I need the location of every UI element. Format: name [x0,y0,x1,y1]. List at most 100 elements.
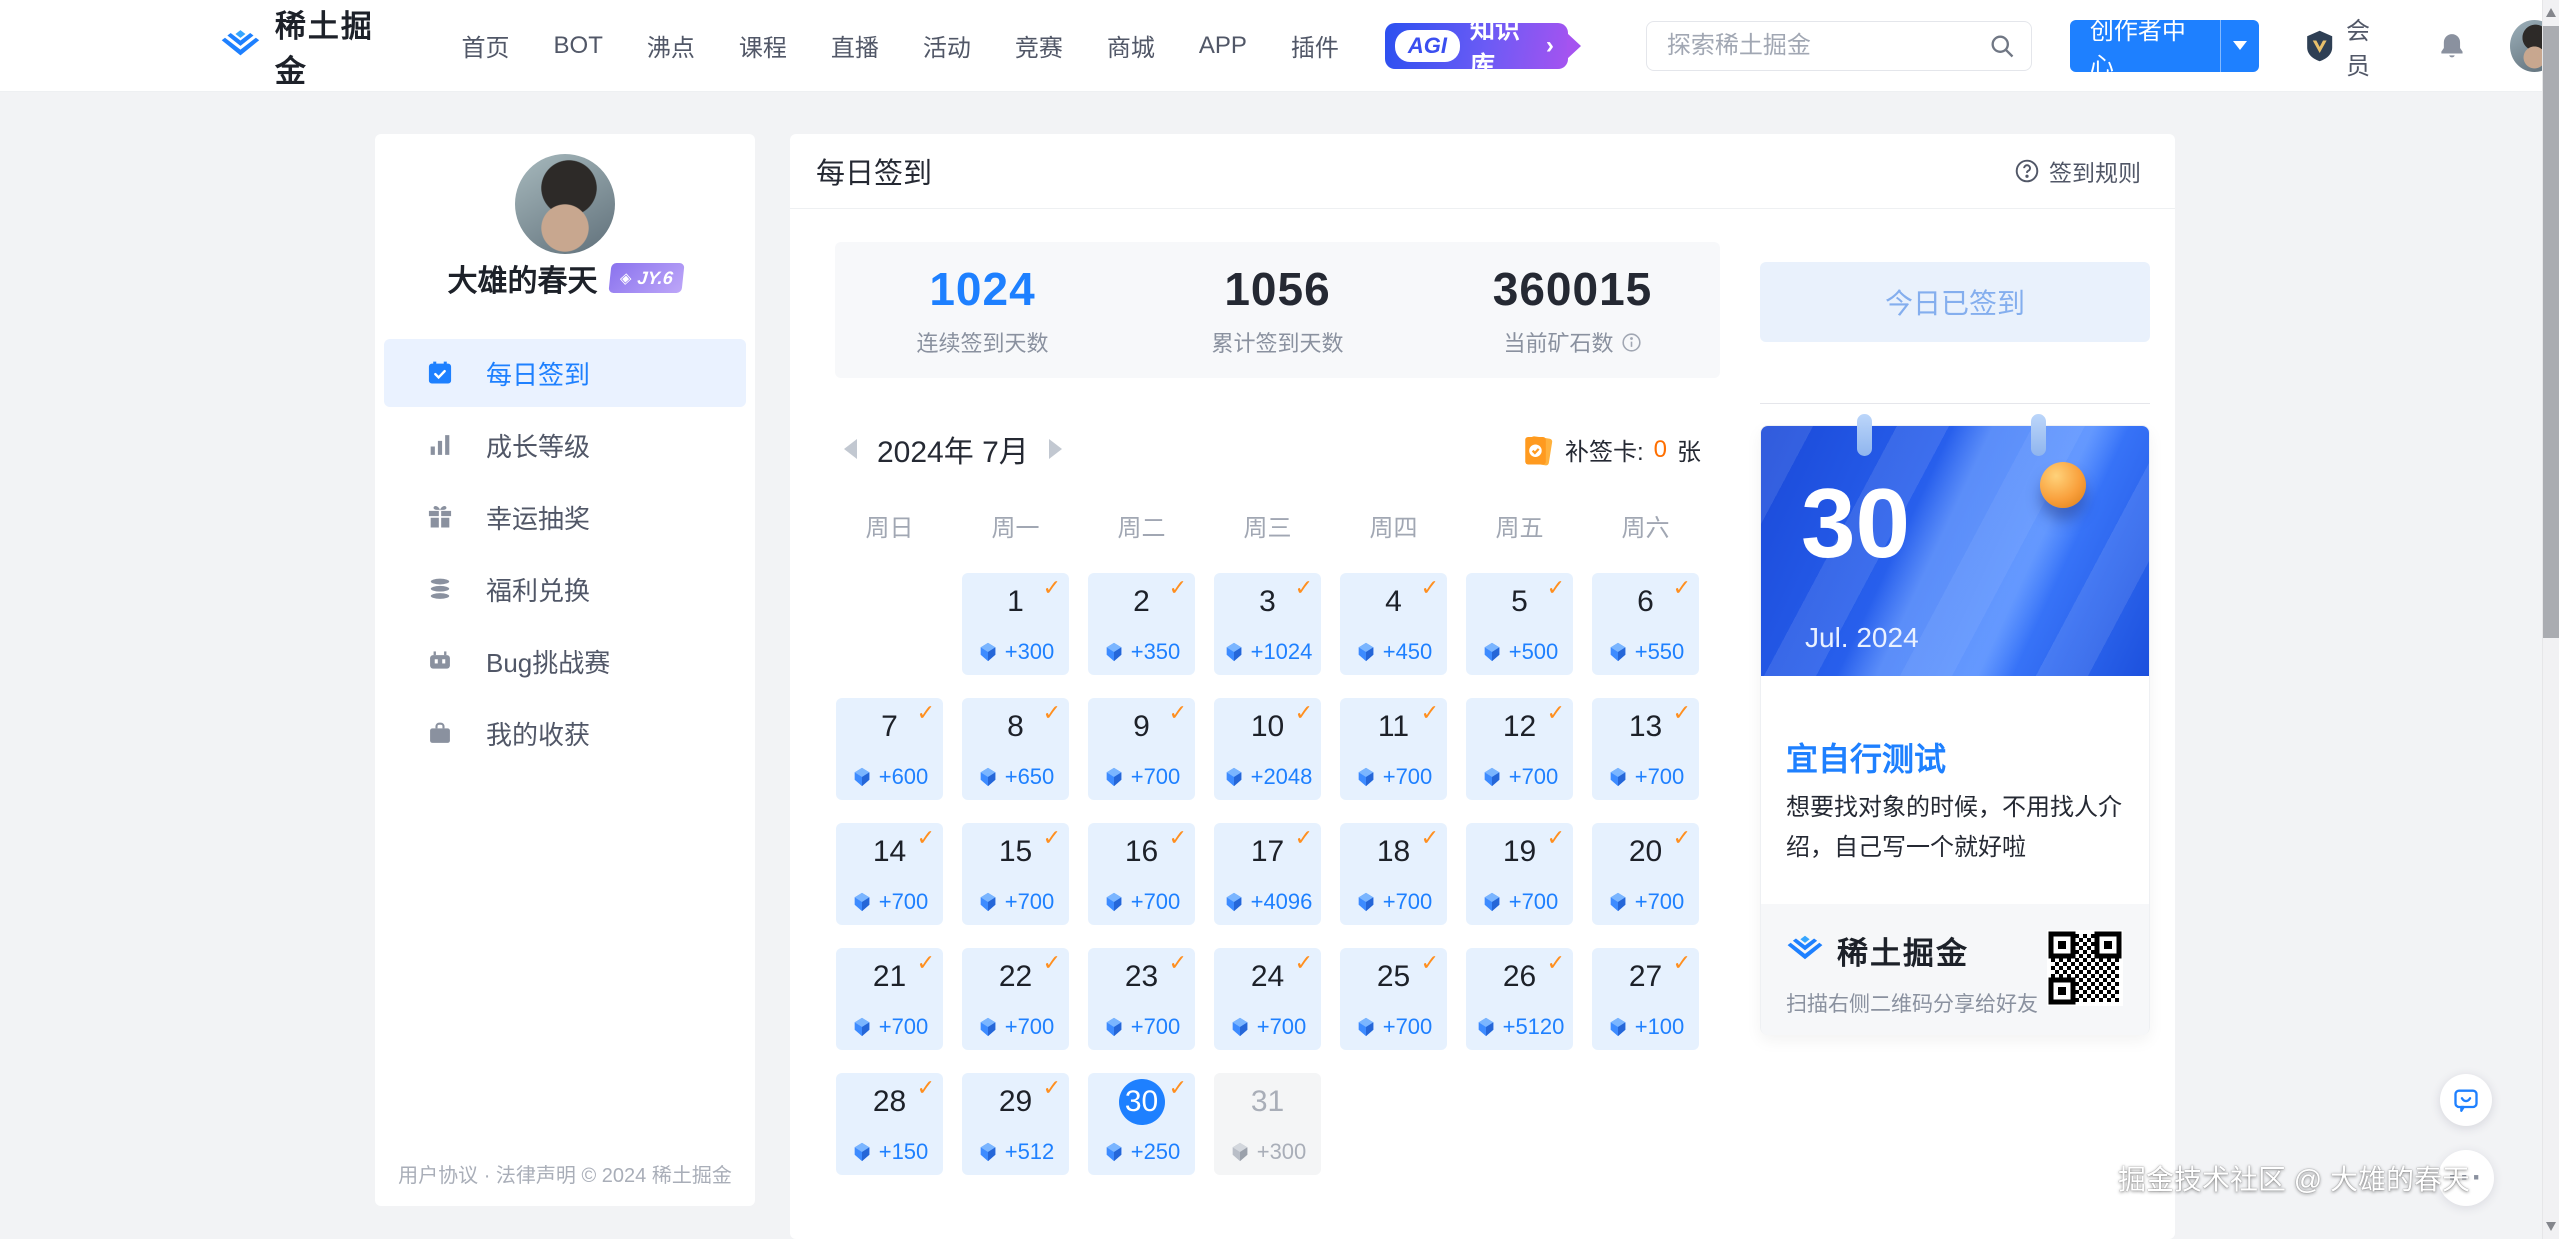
ore-icon [1106,1142,1122,1162]
calendar-day[interactable]: ✓ 27 +100 [1592,948,1699,1050]
signed-today-button[interactable]: 今日已签到 [1760,262,2150,342]
calendar-day[interactable]: ✓ 23 +700 [1088,948,1195,1050]
calendar-day[interactable]: ✓ 4 +450 [1340,573,1447,675]
nav-item[interactable]: 沸点 [647,28,695,63]
calendar-day[interactable]: ✓ 12 +700 [1466,698,1573,800]
calendar-day[interactable]: ✓ 22 +700 [962,948,1069,1050]
nav-item[interactable]: 竞赛 [1015,28,1063,63]
scroll-down-arrow-icon[interactable] [2546,1222,2556,1231]
ore-icon [1226,892,1241,912]
check-icon: ✓ [1168,575,1187,600]
ore-icon [980,1017,996,1037]
scroll-up-arrow-icon[interactable] [2546,8,2556,17]
calendar-day[interactable]: ✓ 13 +700 [1592,698,1699,800]
profile-avatar[interactable] [515,154,615,254]
calendar-day[interactable]: ✓ 28 +150 [836,1073,943,1175]
nav-item[interactable]: 插件 [1291,28,1339,63]
calendar-day[interactable]: ✓ 7 +600 [836,698,943,800]
calendar-day[interactable]: ✓ 29 +512 [962,1073,1069,1175]
juejin-logo-icon [1787,935,1823,960]
sidebar-item-lucky-draw[interactable]: 幸运抽奖 [384,483,746,551]
calendar-day[interactable]: ✓ 8 +650 [962,698,1069,800]
makeup-card-count: 0 [1653,435,1667,463]
day-reward: +350 [1088,639,1195,665]
check-icon: ✓ [1294,575,1313,600]
check-icon: ✓ [1042,700,1061,725]
check-icon: ✓ [1672,950,1691,975]
next-month-icon[interactable] [1048,439,1062,459]
weekday-label: 周四 [1369,515,1418,542]
question-circle-icon [2015,159,2039,183]
calendar-day[interactable]: ✓ 15 +700 [962,823,1069,925]
checkin-rules-link[interactable]: 签到规则 [2014,154,2141,188]
agi-knowledge-badge[interactable]: AGI 知识库 › [1384,16,1568,80]
weekday-label: 周一 [991,515,1040,542]
calendar-day[interactable]: ✓ 21 +700 [836,948,943,1050]
vertical-scrollbar[interactable] [2542,0,2559,1239]
daily-date-card[interactable]: 30 Jul. 2024 宜自行测试 想要找对象的时候，不用找人介绍，自己写一个… [1760,414,2150,1035]
month-navigator: 2024年 7月 [844,429,1062,469]
calendar-day[interactable]: ✓ 24 +700 [1214,948,1321,1050]
calendar-day[interactable]: ✓ 1 +300 [962,573,1069,675]
ore-icon [1106,767,1122,787]
creator-center-button[interactable]: 创作者中心 [2069,18,2259,80]
calendar-day[interactable]: ✓ 30 +250 [1088,1073,1195,1175]
calendar-day[interactable]: ✓ 17 +4096 [1214,823,1321,925]
sidebar-item-my-harvest[interactable]: 我的收获 [384,699,746,767]
ore-icon [1484,642,1500,662]
day-reward: +100 [1592,1014,1699,1040]
calendar-day[interactable]: ✓ 26 +5120 [1466,948,1573,1050]
makeup-card-counter[interactable]: 补签卡: 0 张 [1521,432,1701,467]
calendar-day[interactable]: ✓ 5 +500 [1466,573,1573,675]
nav-item[interactable]: 直播 [831,28,879,63]
calendar-day[interactable]: ✓ 19 +700 [1466,823,1573,925]
weekday-header: 周日 周一 周二 周三 周四 周五 周六 [836,508,1699,543]
calendar-day[interactable]: ✓ 31 +300 [1214,1073,1321,1175]
calendar-day[interactable]: ✓ 9 +700 [1088,698,1195,800]
date-card-footer: 稀土掘金 扫描右侧二维码分享给好友 [1761,904,2149,1035]
sidebar-item-daily-checkin[interactable]: 每日签到 [384,339,746,407]
bell-icon[interactable] [2437,29,2467,63]
calendar-day[interactable]: ✓ 18 +700 [1340,823,1447,925]
nav-item[interactable]: 活动 [923,28,971,63]
nav-item[interactable]: 首页 [462,28,510,63]
search-input[interactable] [1645,20,2032,71]
creator-dropdown[interactable] [2220,19,2259,72]
day-reward: +450 [1340,639,1447,665]
calendar-day[interactable]: ✓ 11 +700 [1340,698,1447,800]
ore-icon [854,892,870,912]
sidebar-item-growth-level[interactable]: 成长等级 [384,411,746,479]
check-icon: ✓ [1042,950,1061,975]
sidebar-item-welfare-exchange[interactable]: 福利兑换 [384,555,746,623]
calendar-day[interactable]: ✓ 2 +350 [1088,573,1195,675]
calendar-day[interactable]: ✓ 3 +1024 [1214,573,1321,675]
nav-item[interactable]: 课程 [739,28,787,63]
day-reward: +500 [1466,639,1573,665]
profile-username: 大雄的春天 [447,265,598,298]
scrollbar-thumb[interactable] [2543,26,2559,638]
ore-icon [980,642,996,662]
juejin-logo[interactable]: 稀土掘金 [220,1,398,91]
check-icon: ✓ [1420,950,1439,975]
sidebar-footer-links[interactable]: 用户协议 · 法律声明 © 2024 稀土掘金 [375,1159,755,1188]
ore-icon [1232,1142,1248,1162]
calendar-day[interactable]: ✓ 6 +550 [1592,573,1699,675]
feedback-chat-button[interactable] [2440,1074,2492,1126]
calendar-day[interactable]: ✓ 20 +700 [1592,823,1699,925]
weekday-label: 周日 [865,515,914,542]
calendar-day[interactable]: ✓ 25 +700 [1340,948,1447,1050]
checkin-stats: 1024 连续签到天数 1056 累计签到天数 360015 当前矿石数 [835,242,1720,378]
calendar-day[interactable]: ✓ 14 +700 [836,823,943,925]
search-icon[interactable] [1988,32,2016,60]
nav-item[interactable]: 商城 [1107,28,1155,63]
nav-item[interactable]: BOT [554,32,603,60]
prev-month-icon[interactable] [844,439,857,459]
info-circle-icon[interactable] [1621,332,1642,353]
level-badge[interactable]: ◈ JY.6 [607,263,685,293]
member-entry[interactable]: 会员 [2303,11,2391,81]
makeup-card-icon [1525,435,1553,465]
calendar-day[interactable]: ✓ 10 +2048 [1214,698,1321,800]
nav-item[interactable]: APP [1199,32,1247,60]
sidebar-item-bug-challenge[interactable]: Bug挑战赛 [384,627,746,695]
calendar-day[interactable]: ✓ 16 +700 [1088,823,1195,925]
